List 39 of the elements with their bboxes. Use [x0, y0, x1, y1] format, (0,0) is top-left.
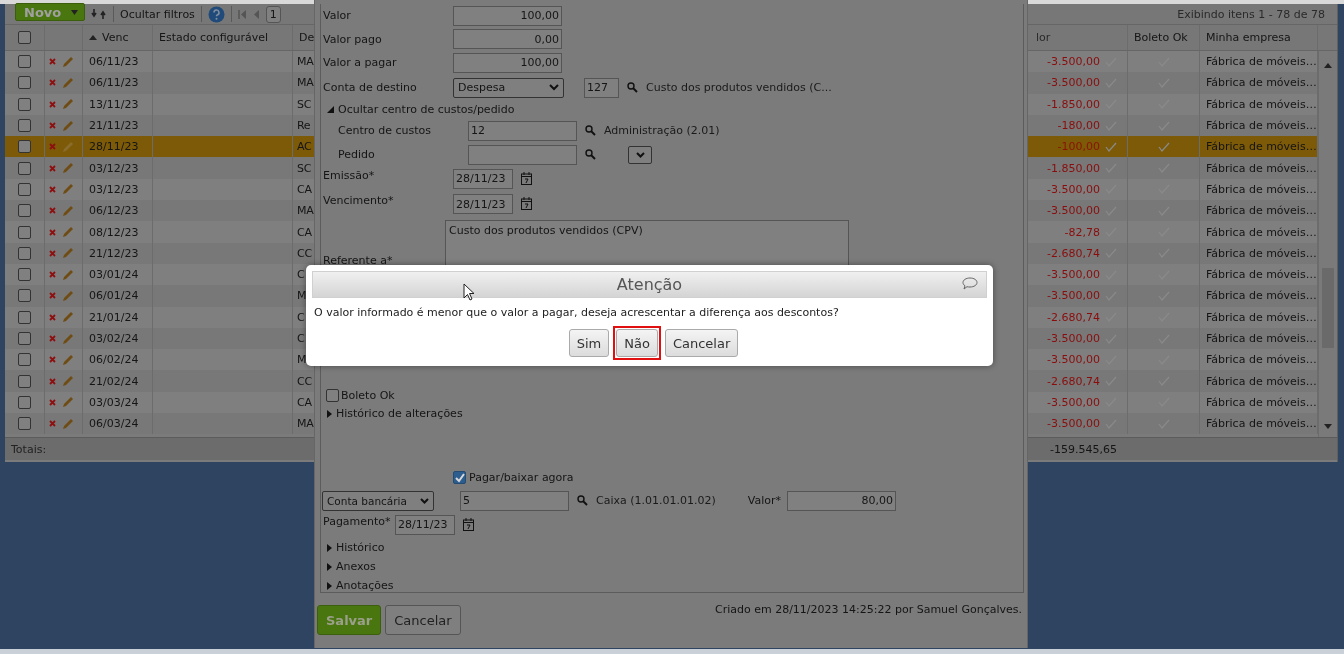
table-cell: -2.680,74: [1047, 246, 1100, 260]
table-cell: -3.500,00: [1047, 204, 1100, 218]
field-label: Centro de custos: [338, 124, 432, 137]
table-cell: -3.500,00: [1047, 76, 1100, 90]
field-label: Valor a pagar: [323, 56, 398, 70]
table-cell: -1.850,00: [1047, 161, 1100, 175]
table-cell: -3.500,00: [1047, 55, 1100, 69]
table-cell: -3.500,00: [1047, 417, 1100, 431]
table-cell: -3.500,00: [1047, 268, 1100, 282]
field-label: Emissão*: [323, 168, 376, 182]
bank-account-name: Caixa (1.01.01.01.02): [596, 494, 716, 507]
table-cell: -1.850,00: [1047, 97, 1100, 111]
checkbox-label: Boleto Ok: [341, 389, 395, 402]
created-info: Criado em 28/11/2023 14:25:22 por Samuel Gonçalves.: [714, 603, 1022, 616]
cost-center-name: Administração (2.01): [604, 124, 720, 137]
account-name: Custo dos produtos vendidos (C...: [646, 81, 832, 94]
field-label: Valor: [323, 9, 352, 23]
field-label: Pedido: [338, 148, 376, 161]
field-label: Valor pago: [323, 32, 383, 46]
table-cell: -3.500,00: [1047, 353, 1100, 367]
table-cell: -3.500,00: [1047, 395, 1100, 409]
table-cell: -3.500,00: [1047, 289, 1100, 303]
items-summary: Exibindo itens 1 - 78 de 78: [1177, 7, 1325, 21]
table-cell: -3.500,00: [1047, 332, 1100, 345]
total-value: -159.545,65: [1050, 442, 1117, 456]
dialog-message: O valor informado é menor que o valor a pagar, deseja acrescentar a diferença aos descontos?: [314, 306, 840, 319]
totals-label: Totais:: [5, 438, 83, 460]
table-cell: -2.680,74: [1047, 310, 1100, 324]
field-label: Conta de destino: [323, 81, 418, 94]
field-label: Referente a*: [323, 253, 394, 267]
field-label: Vencimento*: [323, 194, 395, 207]
dialog-title: Atenção: [616, 275, 683, 294]
checkbox-label: Pagar/baixar agora: [469, 471, 574, 484]
table-cell: -82,78: [1064, 225, 1100, 239]
table-cell: -2.680,74: [1047, 374, 1100, 388]
table-cell: -3.500,00: [1047, 182, 1100, 196]
field-label: Valor*: [747, 494, 781, 507]
table-cell: -100,00: [1057, 140, 1100, 154]
table-cell: -180,00: [1057, 119, 1100, 133]
